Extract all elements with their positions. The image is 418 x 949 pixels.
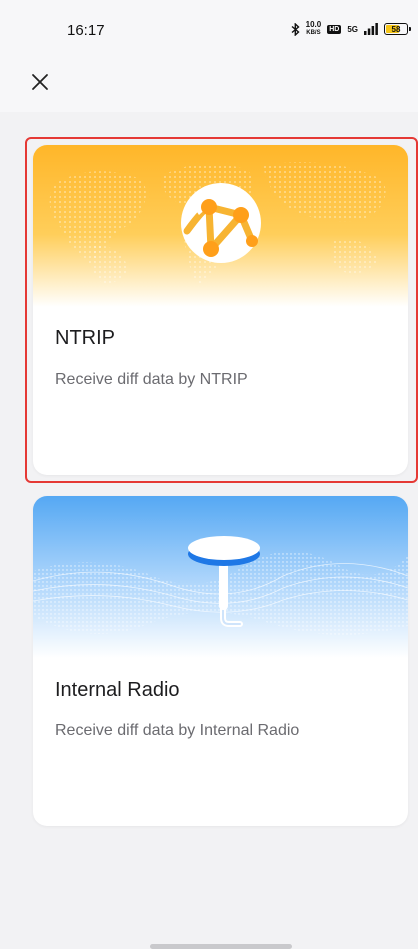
- network-type: 5G: [347, 24, 358, 34]
- option-card-ntrip[interactable]: NTRIP Receive diff data by NTRIP: [33, 145, 408, 475]
- option-title: Internal Radio: [55, 679, 180, 701]
- network-globe-icon: [181, 183, 261, 263]
- network-speed-unit: KB/S: [306, 30, 321, 36]
- radio-banner: [33, 496, 408, 658]
- home-indicator[interactable]: [150, 944, 292, 949]
- close-icon: [32, 74, 48, 90]
- option-title: NTRIP: [55, 327, 115, 349]
- signal-icon: [364, 23, 378, 35]
- status-bar: 16:17 10.0 KB/S HD 5G 58: [0, 0, 418, 60]
- top-toolbar: [0, 60, 418, 112]
- bluetooth-icon: [291, 22, 300, 36]
- network-speed-value: 10.0: [305, 20, 322, 29]
- ntrip-banner: [33, 145, 408, 307]
- status-icons: 10.0 KB/S HD 5G 58: [291, 21, 411, 37]
- status-time: 16:17: [67, 22, 105, 39]
- hd-badge: HD: [327, 24, 342, 34]
- battery-icon: 58: [384, 23, 411, 35]
- battery-level: 58: [391, 24, 401, 34]
- option-description: Receive diff data by NTRIP: [55, 371, 248, 388]
- option-description: Receive diff data by Internal Radio: [55, 722, 300, 739]
- network-speed: 10.0 KB/S: [306, 21, 322, 37]
- close-button[interactable]: [26, 68, 54, 96]
- option-card-internal-radio[interactable]: Internal Radio Receive diff data by Inte…: [33, 496, 408, 826]
